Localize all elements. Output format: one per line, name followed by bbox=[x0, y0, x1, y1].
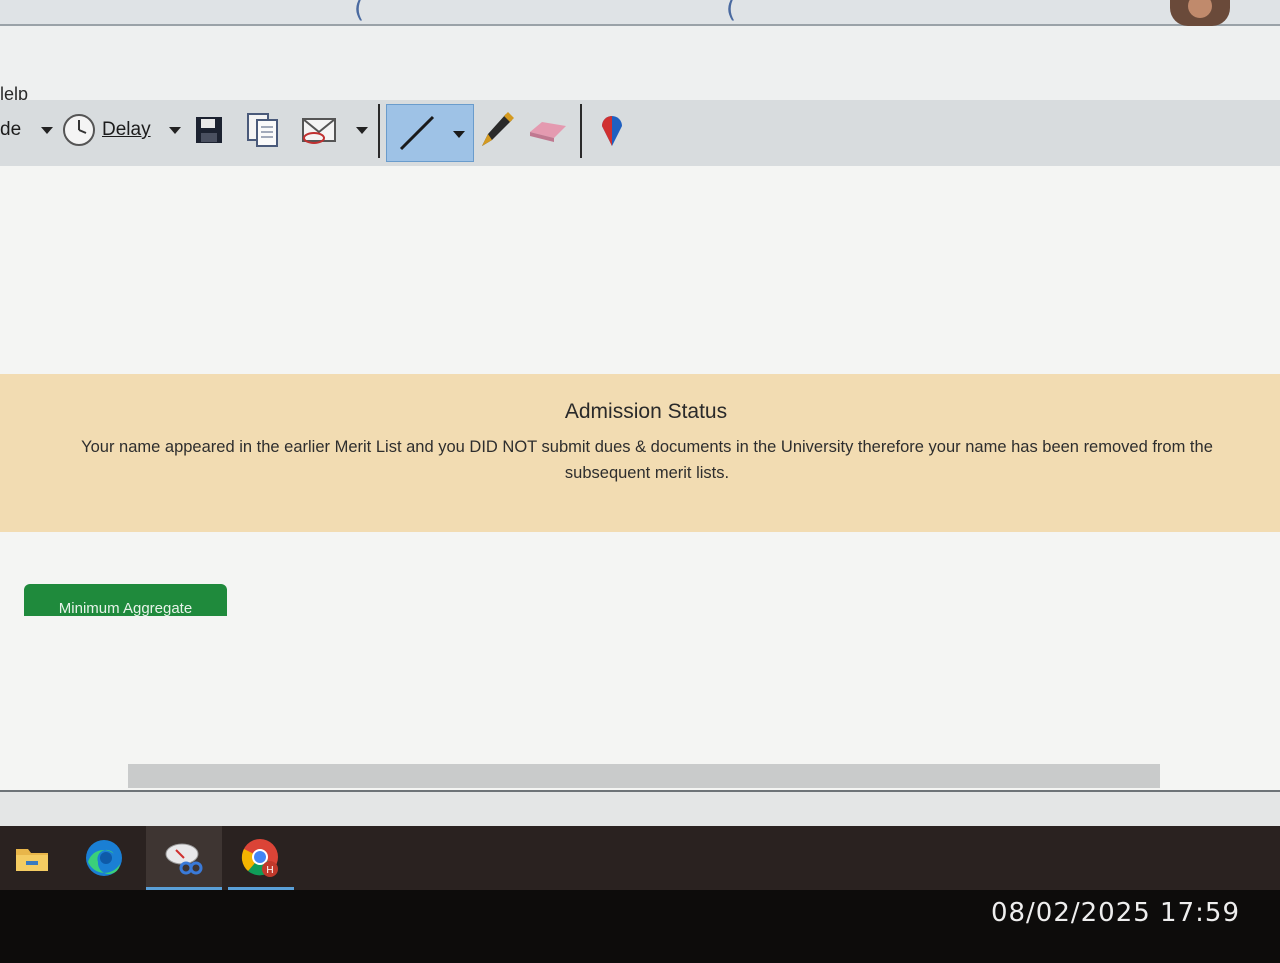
snipping-tool-window: lelp de Delay Admission Status Your name… bbox=[0, 26, 1280, 790]
save-icon bbox=[196, 117, 222, 143]
bracket-glyph: ( bbox=[726, 0, 737, 24]
minimum-aggregate-button[interactable]: Minimum Aggregate bbox=[24, 584, 227, 616]
chrome-icon: H bbox=[241, 839, 278, 877]
photo-timestamp: 08/02/2025 17:59 bbox=[990, 898, 1240, 928]
eraser-button[interactable] bbox=[528, 100, 568, 160]
folder-icon bbox=[16, 849, 48, 871]
taskbar-edge[interactable] bbox=[72, 826, 136, 890]
copy-button[interactable] bbox=[246, 100, 280, 160]
mode-button[interactable]: de bbox=[0, 100, 54, 160]
eraser-icon bbox=[530, 122, 566, 142]
admission-status-title: Admission Status bbox=[564, 400, 728, 423]
chevron-down-icon bbox=[168, 126, 181, 134]
paint3d-button[interactable] bbox=[598, 100, 626, 160]
envelope-icon bbox=[302, 118, 336, 144]
taskbar: H bbox=[0, 826, 1280, 890]
edge-icon bbox=[86, 840, 122, 876]
bracket-glyph: ( bbox=[354, 0, 365, 24]
horizontal-scrollbar[interactable] bbox=[128, 764, 1160, 788]
delay-button[interactable]: Delay bbox=[62, 100, 181, 160]
chevron-down-icon bbox=[41, 126, 54, 134]
taskbar-snipping-tool[interactable] bbox=[146, 826, 222, 890]
save-button[interactable] bbox=[194, 100, 224, 160]
taskbar-chrome[interactable]: H bbox=[228, 826, 294, 890]
toolbar-divider bbox=[378, 104, 380, 158]
copy-icon bbox=[247, 113, 278, 147]
toolbar: de Delay bbox=[0, 100, 1280, 167]
desktop-gap bbox=[0, 790, 1280, 828]
send-snip-button[interactable] bbox=[300, 100, 368, 160]
monitor-bezel: 08/02/2025 17:59 bbox=[0, 890, 1280, 963]
pen-icon bbox=[399, 115, 465, 151]
chevron-down-icon bbox=[356, 126, 368, 134]
svg-text:H: H bbox=[266, 865, 273, 876]
minimum-aggregate-label: Minimum Aggregate bbox=[58, 600, 193, 616]
toolbar-divider bbox=[580, 104, 582, 158]
highlighter-button[interactable] bbox=[478, 100, 514, 160]
mode-label: de bbox=[0, 119, 22, 140]
top-window-strip: ( ( bbox=[0, 0, 1280, 26]
delay-label: Delay bbox=[102, 119, 151, 140]
pen-button[interactable] bbox=[386, 104, 474, 162]
taskbar-file-explorer[interactable] bbox=[0, 826, 64, 890]
admission-status-panel: Admission Status Your name appeared in t… bbox=[0, 374, 1280, 532]
snipping-tool-icon bbox=[165, 843, 203, 875]
highlighter-icon bbox=[482, 112, 514, 146]
avatar bbox=[1170, 0, 1230, 26]
admission-status-message: Your name appeared in the earlier Merit … bbox=[81, 438, 1213, 482]
paint3d-icon bbox=[602, 116, 622, 146]
page-content: Admission Status Your name appeared in t… bbox=[0, 166, 1280, 790]
clock-icon bbox=[63, 114, 95, 146]
